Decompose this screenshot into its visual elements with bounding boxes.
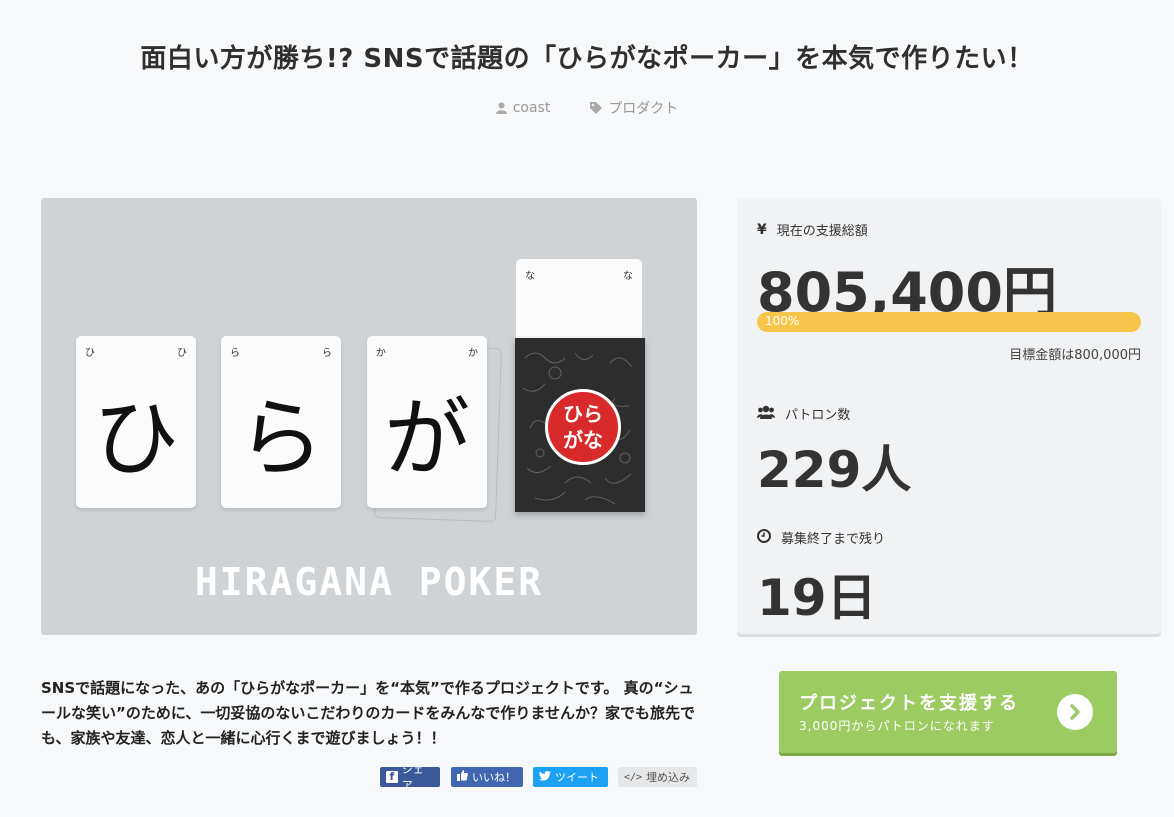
project-summary: SNSで話題になった、あの「ひらがなポーカー」を“本気”で作るプロジェクトです。… [41, 679, 695, 747]
card-corner-label: ひ [177, 348, 187, 359]
tweet-button[interactable]: ツイート [533, 767, 608, 787]
card-character: ら [238, 389, 324, 489]
card-corner-label: ら [322, 348, 332, 359]
amount-label-row: ¥ 現在の支援総額 [757, 220, 868, 240]
project-meta: coast プロダクト [0, 98, 1174, 118]
remaining-label: 募集終了まで残り [781, 532, 886, 547]
twitter-icon [539, 770, 551, 784]
patrons-label: パトロン数 [785, 408, 851, 423]
category-link[interactable]: プロダクト [590, 98, 678, 118]
user-icon [495, 102, 507, 114]
facebook-like-label: いいね！ [472, 771, 516, 784]
embed-button[interactable]: </> 埋め込み [618, 767, 697, 787]
hiragana-card: ひ ひ ひ [76, 336, 196, 508]
funding-stats-panel: ¥ 現在の支援総額 805,400円 100% 目標金額は800,000円 パト… [737, 198, 1161, 634]
author-name: coast [512, 100, 551, 116]
hiragana-card: ら ら ら [221, 336, 341, 508]
category-name: プロダクト [608, 101, 679, 117]
progress-text: 100% [765, 314, 800, 328]
project-hero-image: ひ ひ ひ ら ら ら か か が な な ひらがな HIRAGANA POKE… [41, 198, 697, 635]
patrons-value: 229人 [757, 441, 912, 499]
amount-label: 現在の支援総額 [776, 224, 868, 239]
chevron-right-icon [1057, 694, 1093, 730]
support-button-title: プロジェクトを支援する [799, 693, 1019, 714]
tag-icon [590, 102, 603, 114]
facebook-icon: f [386, 771, 398, 783]
support-project-button[interactable]: プロジェクトを支援する 3,000円からパトロンになれます [779, 671, 1117, 753]
users-icon [757, 405, 775, 423]
card-corner-label: な [525, 271, 535, 282]
support-button-subtitle: 3,000円からパトロンになれます [799, 719, 995, 733]
card-character: が [384, 389, 470, 489]
patrons-label-row: パトロン数 [757, 404, 850, 423]
embed-label: 埋め込み [646, 771, 691, 784]
yen-icon: ¥ [757, 221, 767, 238]
card-corner-label: か [468, 348, 478, 359]
hero-logo-text: HIRAGANA POKER [194, 560, 544, 604]
card-character: ひ [93, 389, 179, 489]
hiragana-card: か か が [367, 336, 487, 508]
card-corner-label: ひ [85, 348, 95, 359]
facebook-like-button[interactable]: いいね！ [451, 767, 523, 787]
hiragana-logo-seal: ひらがな [545, 389, 621, 465]
card-corner-label: ら [230, 348, 240, 359]
thumbs-up-icon [457, 770, 468, 784]
card-corner-label: な [623, 271, 633, 282]
remaining-value: 19日 [757, 569, 877, 627]
card-corner-label: か [376, 348, 386, 359]
progress-bar-fill [757, 312, 1141, 332]
progress-bar: 100% [757, 312, 1141, 332]
seal-text: ひらがな [563, 402, 603, 452]
clock-icon [757, 528, 771, 547]
facebook-share-button[interactable]: f シェア [380, 763, 440, 792]
facebook-share-label: シェア [401, 763, 424, 792]
page-title: 面白い方が勝ち!? SNSで話題の「ひらがなポーカー」を本気で作りたい！ [140, 44, 1034, 74]
remaining-label-row: 募集終了まで残り [757, 528, 885, 547]
box-top-card: な な [516, 259, 642, 349]
author-link[interactable]: coast [495, 98, 551, 118]
goal-amount: 目標金額は800,000円 [1009, 348, 1141, 363]
tweet-label: ツイート [555, 771, 599, 784]
code-icon: </> [624, 771, 643, 783]
